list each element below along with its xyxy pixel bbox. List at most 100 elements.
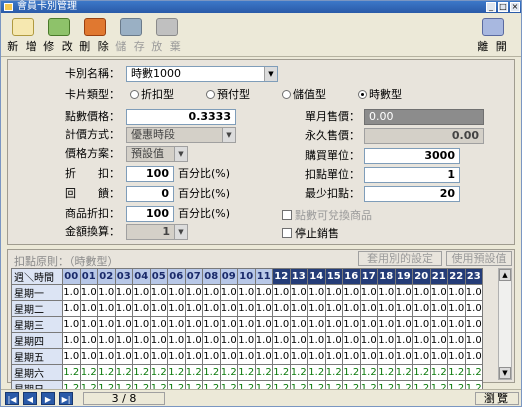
rate-cell[interactable]: 1.0 xyxy=(237,348,256,365)
goods-discount-field[interactable]: 100 xyxy=(126,206,174,222)
discount-field[interactable]: 100 xyxy=(126,166,174,182)
rate-cell[interactable]: 1.0 xyxy=(464,332,483,349)
rate-cell[interactable]: 1.0 xyxy=(377,348,396,365)
rate-cell[interactable]: 1.0 xyxy=(324,284,343,301)
rate-cell[interactable]: 1.0 xyxy=(149,348,168,365)
rate-cell[interactable]: 1.0 xyxy=(464,316,483,333)
rate-cell[interactable]: 1.2 xyxy=(412,364,431,381)
permanent-price-field[interactable]: 0.00 xyxy=(364,128,484,144)
card-name-select[interactable]: 時數1000 ▼ xyxy=(126,66,278,82)
rate-cell[interactable]: 1.0 xyxy=(62,316,81,333)
rate-cell[interactable]: 1.0 xyxy=(184,332,203,349)
rate-cell[interactable]: 1.2 xyxy=(114,364,133,381)
prev-record-icon[interactable]: ◀ xyxy=(23,392,37,405)
min-deduct-field[interactable]: 20 xyxy=(364,186,460,202)
rate-cell[interactable]: 1.0 xyxy=(114,332,133,349)
rate-cell[interactable]: 1.0 xyxy=(394,332,413,349)
rate-cell[interactable]: 1.0 xyxy=(237,332,256,349)
points-price-field[interactable]: 0.3333 xyxy=(126,109,236,125)
rate-cell[interactable]: 1.0 xyxy=(167,284,186,301)
rate-cell[interactable]: 1.0 xyxy=(307,300,326,317)
rate-cell[interactable]: 1.0 xyxy=(62,332,81,349)
rate-cell[interactable]: 1.0 xyxy=(289,300,308,317)
rate-cell[interactable]: 1.0 xyxy=(79,316,98,333)
rate-cell[interactable]: 1.0 xyxy=(149,316,168,333)
rate-cell[interactable]: 1.0 xyxy=(97,332,116,349)
rate-cell[interactable]: 1.0 xyxy=(359,300,378,317)
stop-sale-checkbox[interactable]: 停止銷售 xyxy=(282,226,339,242)
rate-cell[interactable]: 1.2 xyxy=(272,364,291,381)
rate-cell[interactable]: 1.0 xyxy=(149,284,168,301)
rate-cell[interactable]: 1.0 xyxy=(377,284,396,301)
rate-cell[interactable]: 1.2 xyxy=(219,364,238,381)
rate-cell[interactable]: 1.0 xyxy=(394,284,413,301)
rate-cell[interactable]: 1.0 xyxy=(447,348,466,365)
rate-cell[interactable]: 1.0 xyxy=(184,316,203,333)
rate-cell[interactable]: 1.0 xyxy=(307,348,326,365)
rate-cell[interactable]: 1.2 xyxy=(79,364,98,381)
rate-cell[interactable]: 1.0 xyxy=(97,300,116,317)
rate-cell[interactable]: 1.0 xyxy=(307,332,326,349)
rate-cell[interactable]: 1.0 xyxy=(342,332,361,349)
delete-button[interactable]: 刪 除 xyxy=(79,15,111,55)
use-default-button[interactable]: 使用預設值 xyxy=(446,251,512,266)
rate-cell[interactable]: 1.2 xyxy=(394,364,413,381)
monthly-price-field[interactable]: 0.00 xyxy=(364,109,484,125)
rate-cell[interactable]: 1.2 xyxy=(464,364,483,381)
rate-cell[interactable]: 1.0 xyxy=(114,284,133,301)
rate-cell[interactable]: 1.0 xyxy=(377,300,396,317)
rate-cell[interactable]: 1.0 xyxy=(184,300,203,317)
rate-cell[interactable]: 1.0 xyxy=(394,316,413,333)
rate-cell[interactable]: 1.0 xyxy=(412,332,431,349)
rate-cell[interactable]: 1.2 xyxy=(62,364,81,381)
rate-cell[interactable]: 1.0 xyxy=(254,348,273,365)
card-type-stored-value-radio[interactable]: 儲值型 xyxy=(282,87,326,103)
rate-cell[interactable]: 1.0 xyxy=(464,300,483,317)
rate-cell[interactable]: 1.0 xyxy=(79,300,98,317)
rate-cell[interactable]: 1.0 xyxy=(429,284,448,301)
rate-cell[interactable]: 1.0 xyxy=(97,348,116,365)
rate-cell[interactable]: 1.0 xyxy=(394,348,413,365)
rate-cell[interactable]: 1.0 xyxy=(202,316,221,333)
maximize-button[interactable]: □ xyxy=(498,2,508,12)
apply-other-settings-button[interactable]: 套用別的設定 xyxy=(358,251,442,266)
purchase-unit-field[interactable]: 3000 xyxy=(364,148,460,164)
rate-cell[interactable]: 1.0 xyxy=(237,284,256,301)
pricing-method-select[interactable]: 優惠時段 ▼ xyxy=(126,127,236,143)
rate-cell[interactable]: 1.0 xyxy=(429,348,448,365)
rate-cell[interactable]: 1.0 xyxy=(324,300,343,317)
rate-cell[interactable]: 1.0 xyxy=(237,316,256,333)
rate-cell[interactable]: 1.2 xyxy=(342,364,361,381)
rate-cell[interactable]: 1.0 xyxy=(202,300,221,317)
card-type-prepaid-radio[interactable]: 預付型 xyxy=(206,87,250,103)
rate-cell[interactable]: 1.0 xyxy=(447,332,466,349)
minimize-button[interactable]: _ xyxy=(486,2,496,12)
discard-button[interactable]: 放 棄 xyxy=(151,15,183,55)
rate-cell[interactable]: 1.0 xyxy=(202,332,221,349)
rate-cell[interactable]: 1.0 xyxy=(377,316,396,333)
rate-cell[interactable]: 1.0 xyxy=(184,284,203,301)
rate-cell[interactable]: 1.0 xyxy=(324,316,343,333)
rate-cell[interactable]: 1.2 xyxy=(289,364,308,381)
chevron-down-icon[interactable]: ▼ xyxy=(264,67,277,81)
rate-cell[interactable]: 1.0 xyxy=(412,316,431,333)
rate-cell[interactable]: 1.0 xyxy=(219,348,238,365)
rate-cell[interactable]: 1.0 xyxy=(359,316,378,333)
rate-cell[interactable]: 1.0 xyxy=(359,332,378,349)
rate-cell[interactable]: 1.0 xyxy=(412,348,431,365)
rate-cell[interactable]: 1.0 xyxy=(289,316,308,333)
chevron-down-icon[interactable]: ▼ xyxy=(174,147,187,161)
rate-cell[interactable]: 1.0 xyxy=(132,316,151,333)
rate-cell[interactable]: 1.0 xyxy=(114,316,133,333)
rate-cell[interactable]: 1.0 xyxy=(219,332,238,349)
rate-cell[interactable]: 1.0 xyxy=(79,332,98,349)
rate-cell[interactable]: 1.0 xyxy=(254,332,273,349)
rate-cell[interactable]: 1.0 xyxy=(219,316,238,333)
price-plan-select[interactable]: 預設值 ▼ xyxy=(126,146,188,162)
rate-cell[interactable]: 1.0 xyxy=(272,316,291,333)
rate-cell[interactable]: 1.0 xyxy=(202,284,221,301)
rate-cell[interactable]: 1.0 xyxy=(79,348,98,365)
rate-cell[interactable]: 1.0 xyxy=(272,284,291,301)
rate-cell[interactable]: 1.0 xyxy=(184,348,203,365)
amount-conversion-select[interactable]: 1 ▼ xyxy=(126,224,188,240)
